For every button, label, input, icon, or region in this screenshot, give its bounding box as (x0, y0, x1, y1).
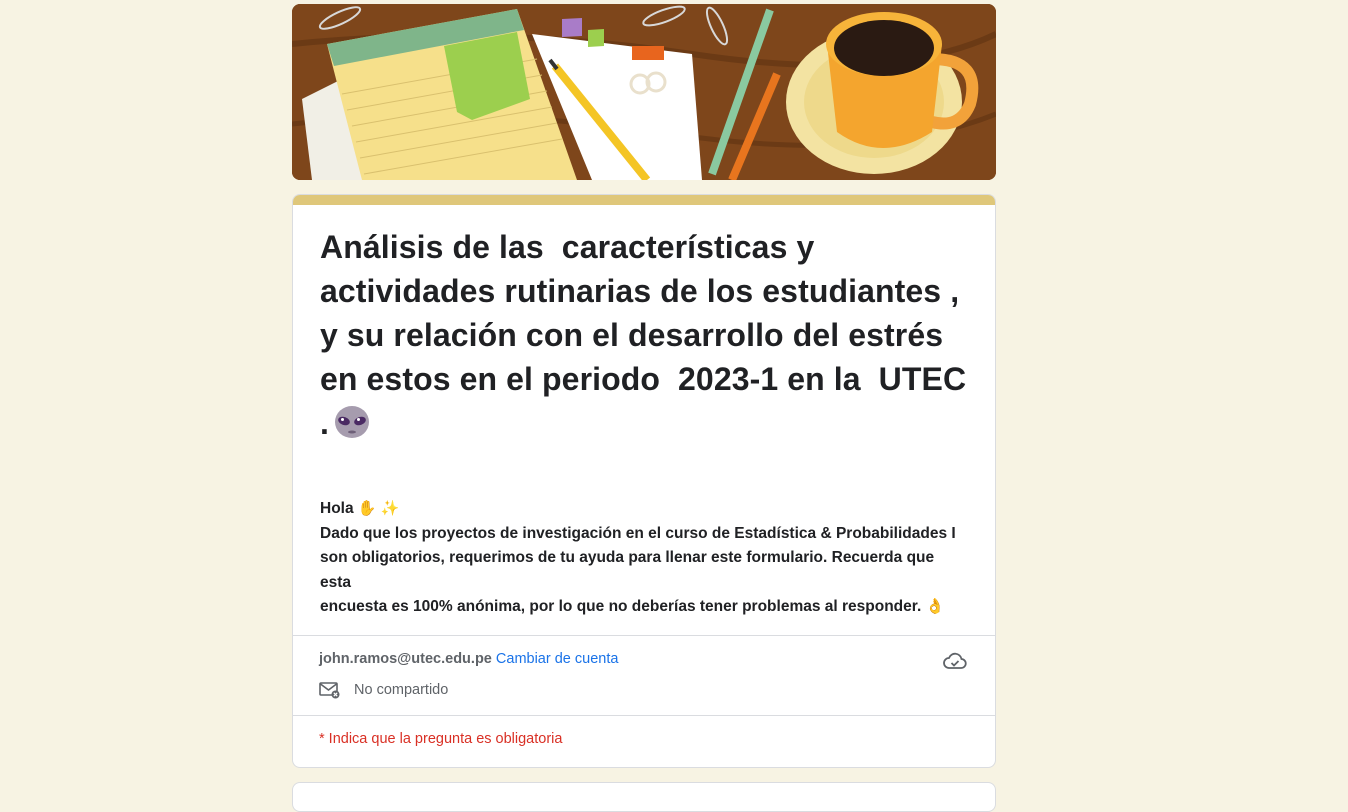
account-info: john.ramos@utec.edu.pe Cambiar de cuenta (319, 651, 618, 667)
description-line: encuesta es 100% anónima, por lo que no … (320, 595, 968, 620)
next-question-card (292, 782, 996, 812)
hand-sparkles-emoji-icon: ✋ ✨ (357, 500, 400, 517)
divider (293, 635, 995, 636)
header-banner-image (292, 4, 996, 180)
description-line: Dado que los proyectos de investigación … (320, 524, 956, 542)
form-title: Análisis de las características y activi… (320, 225, 968, 451)
description-greeting-line: Hola ✋ ✨ (320, 497, 968, 522)
cloud-saved-icon (943, 652, 967, 669)
description-line: son obligatorios, requerimos de tu ayuda… (320, 549, 935, 591)
switch-account-link[interactable]: Cambiar de cuenta (496, 651, 619, 667)
form-title-card: Análisis de las características y activi… (292, 194, 996, 768)
required-note: * Indica que la pregunta es obligatoria (319, 731, 563, 747)
alien-emoji-icon (333, 406, 371, 451)
ok-hand-emoji-icon: 👌 (925, 598, 945, 615)
description-line-text: encuesta es 100% anónima, por lo que no … (320, 598, 922, 615)
shared-status-text: No compartido (354, 682, 449, 698)
mail-not-shared-icon (319, 682, 340, 699)
greeting-text: Hola (320, 500, 354, 517)
form-title-text: Análisis de las características y activi… (320, 229, 976, 441)
form-description: Hola ✋ ✨ Dado que los proyectos de inves… (320, 497, 968, 620)
card-accent-bar (293, 195, 995, 205)
sharing-status: No compartido (319, 681, 448, 699)
divider (293, 715, 995, 716)
desk-notepad-coffee-illustration (292, 4, 996, 180)
account-email: john.ramos@utec.edu.pe (319, 651, 492, 667)
